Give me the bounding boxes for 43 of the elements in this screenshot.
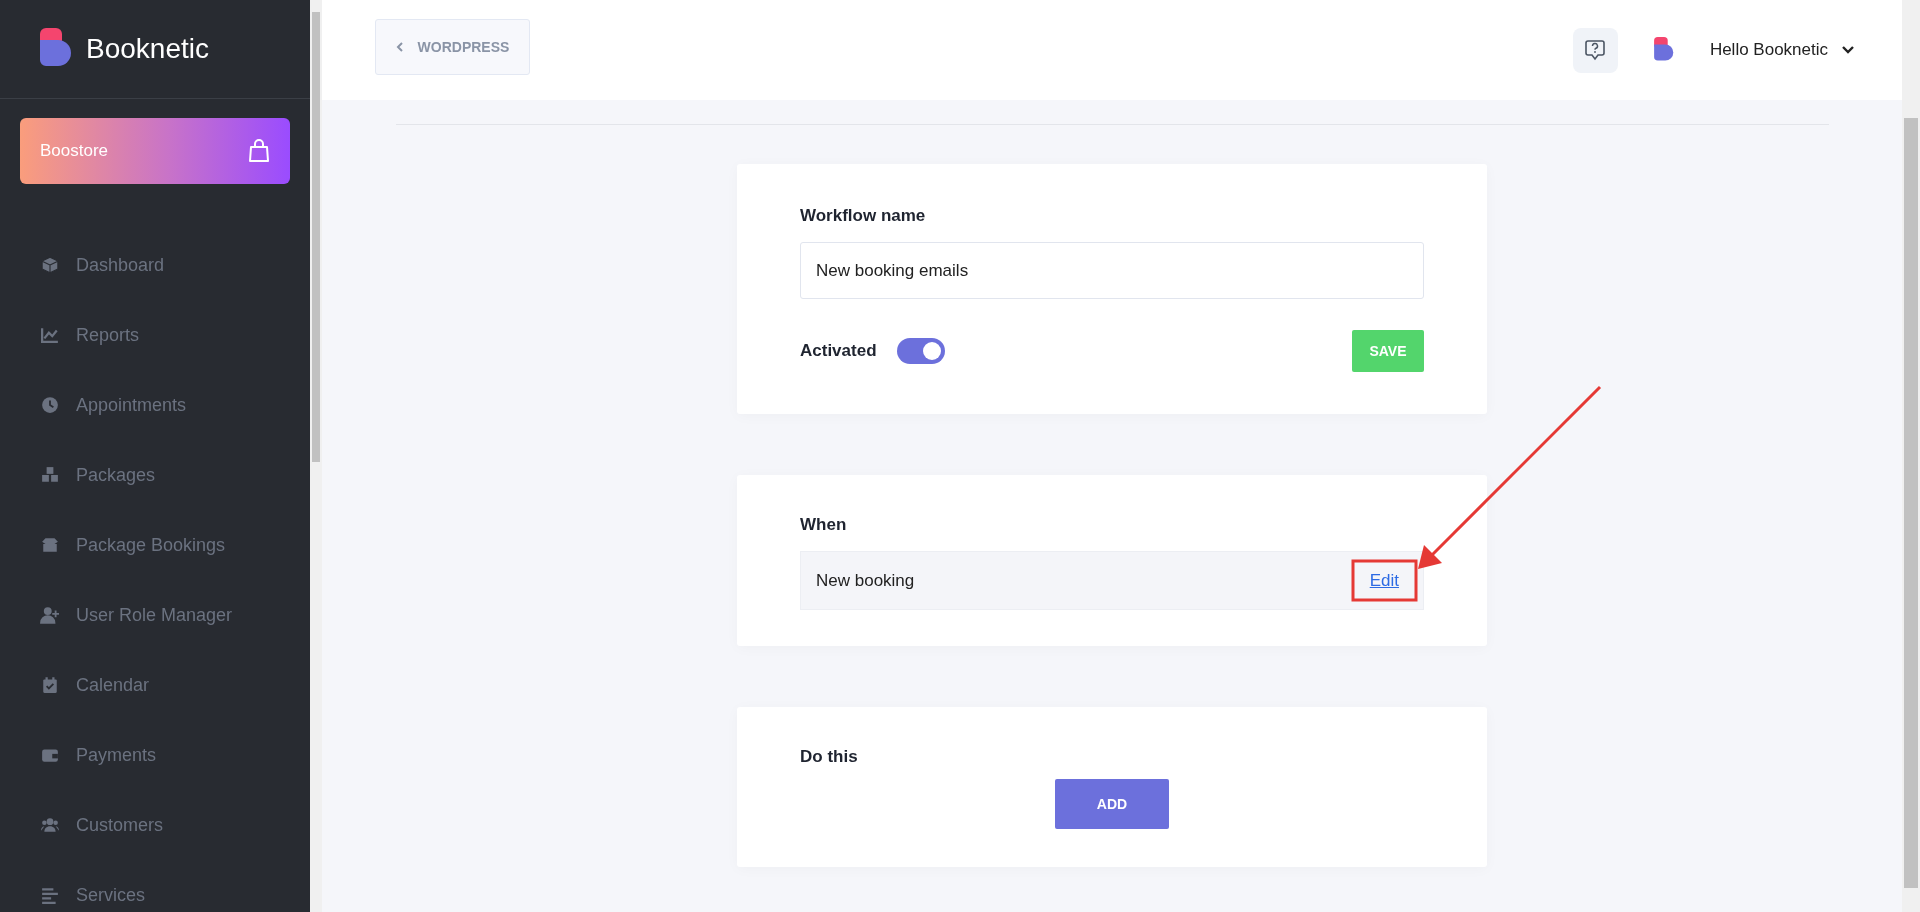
scrollbar[interactable] [310, 0, 322, 912]
sidebar-item[interactable]: Customers [0, 790, 310, 860]
workflow-name-input[interactable]: New booking emails [800, 242, 1424, 299]
section-title: Do this [800, 747, 859, 767]
brand-name: Booknetic [86, 33, 209, 65]
help-button[interactable] [1572, 27, 1618, 73]
sidebar-item[interactable]: Package Bookings [0, 510, 310, 580]
shopping-bag-icon [248, 139, 270, 163]
menu-item-icon [40, 606, 60, 624]
trigger-name: New booking [816, 570, 915, 591]
sidebar-item[interactable]: Services [0, 860, 310, 912]
avatar-logo-icon [1653, 37, 1674, 63]
edit-link[interactable]: Edit [1369, 570, 1399, 591]
menu-item-icon [40, 326, 60, 344]
sidebar-item[interactable]: Dashboard [0, 230, 310, 300]
menu-item-icon [40, 886, 60, 904]
sidebar-item[interactable]: Packages [0, 440, 310, 510]
sidebar-item[interactable]: Payments [0, 720, 310, 790]
sidebar-item[interactable]: User Role Manager [0, 580, 310, 650]
menu-item-icon [40, 816, 60, 834]
chevron-left-icon [395, 42, 404, 52]
user-menu[interactable]: Hello Booknetic [1709, 40, 1854, 60]
menu-item-icon [40, 746, 60, 764]
section-title: When [800, 515, 848, 535]
highlight-box [1351, 559, 1418, 602]
save-button[interactable]: SAVE [1352, 330, 1424, 372]
help-icon [1585, 39, 1606, 61]
menu-item-icon [40, 256, 60, 274]
field-label: Workflow name [800, 206, 927, 226]
menu-item-icon [40, 536, 60, 554]
activated-label: Activated [800, 341, 877, 361]
menu-item-icon [40, 676, 60, 694]
sidebar-item[interactable]: Reports [0, 300, 310, 370]
chevron-down-icon [1842, 46, 1854, 54]
sidebar-item[interactable]: Calendar [0, 650, 310, 720]
boostore-button[interactable]: Boostore [20, 118, 290, 184]
sidebar-item[interactable]: Appointments [0, 370, 310, 440]
add-button[interactable]: ADD [1055, 779, 1169, 829]
activated-toggle[interactable] [896, 338, 945, 364]
menu-item-icon [40, 466, 60, 484]
menu-item-icon [40, 396, 60, 414]
back-button[interactable]: WORDPRESS [375, 19, 530, 75]
scrollbar[interactable] [1902, 0, 1920, 912]
